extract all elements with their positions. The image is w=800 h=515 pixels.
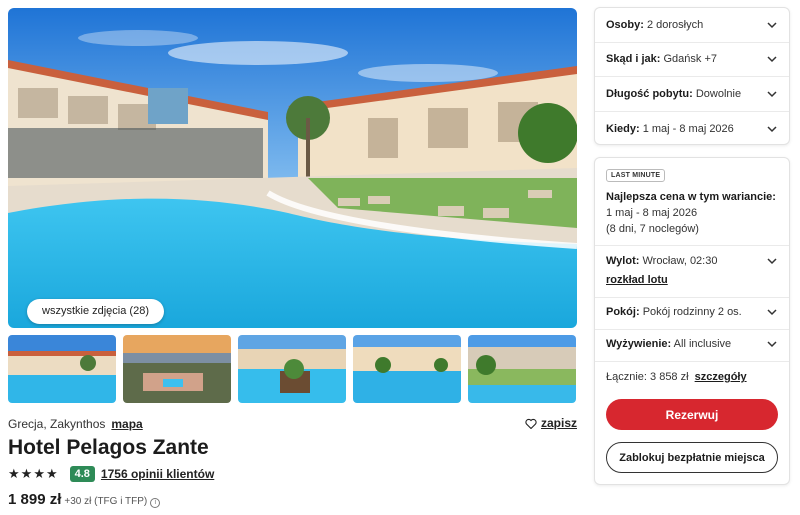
chevron-down-icon bbox=[767, 258, 777, 265]
price-extra: +30 zł (TFG i TFP) bbox=[64, 496, 148, 507]
rating-row: ★ ★ ★ ★ 4.8 1756 opinii klientów bbox=[8, 466, 214, 482]
last-minute-badge: LAST MINUTE bbox=[606, 169, 666, 182]
chevron-down-icon bbox=[767, 341, 777, 348]
chevron-down-icon bbox=[767, 22, 777, 28]
room-row[interactable]: Pokój: Pokój rodzinny 2 os. bbox=[606, 306, 777, 318]
filter-label: Skąd i jak: bbox=[606, 53, 661, 66]
hotel-stars: ★ ★ ★ ★ bbox=[8, 466, 58, 482]
best-price-title: Najlepsza cena w tym wariancie: bbox=[606, 191, 776, 203]
heart-icon bbox=[525, 418, 537, 429]
filter-value: Gdańsk +7 bbox=[663, 53, 717, 66]
divider bbox=[595, 361, 789, 362]
price-value: 1 899 zł bbox=[8, 491, 62, 508]
thumbnail-strip bbox=[8, 335, 577, 403]
board-row[interactable]: Wyżywienie: All inclusive bbox=[606, 338, 777, 350]
flight-value: Wrocław, 02:30 bbox=[642, 255, 718, 267]
hotel-pool-photo bbox=[8, 8, 577, 328]
chevron-down-icon bbox=[767, 126, 777, 132]
total-price-text: Łącznie: 3 858 zł bbox=[606, 371, 689, 383]
board-label: Wyżywienie: bbox=[606, 338, 672, 350]
total-price-row: Łącznie: 3 858 zł szczegóły bbox=[606, 371, 747, 383]
board-value: All inclusive bbox=[673, 338, 732, 350]
pool-palms-thumbnail bbox=[353, 335, 461, 403]
chevron-down-icon bbox=[767, 91, 777, 97]
price-details-link[interactable]: szczegóły bbox=[695, 371, 747, 383]
filter-dates[interactable]: Kiedy: 1 maj - 8 maj 2026 bbox=[595, 112, 789, 147]
room-value: Pokój rodzinny 2 os. bbox=[642, 306, 742, 318]
score-badge: 4.8 bbox=[69, 466, 95, 482]
room-label: Pokój: bbox=[606, 306, 640, 318]
location-text: Grecja, Zakynthos bbox=[8, 417, 106, 431]
sunset-aerial-thumbnail bbox=[123, 335, 231, 403]
save-label: zapisz bbox=[540, 416, 577, 430]
divider bbox=[595, 245, 789, 246]
best-price-dates: 1 maj - 8 maj 2026 bbox=[606, 207, 698, 219]
filter-persons[interactable]: Osoby: 2 dorosłych bbox=[595, 8, 789, 43]
divider bbox=[595, 297, 789, 298]
hotel-lawn-thumbnail bbox=[468, 335, 576, 403]
flight-label: Wylot: bbox=[606, 255, 640, 267]
thumbnail-5[interactable] bbox=[468, 335, 576, 403]
divider bbox=[595, 329, 789, 330]
pool-bar-thumbnail bbox=[238, 335, 346, 403]
search-filters-panel: Osoby: 2 dorosłych Skąd i jak: Gdańsk +7… bbox=[594, 7, 790, 145]
flight-row[interactable]: Wylot: Wrocław, 02:30 bbox=[606, 255, 777, 267]
map-link[interactable]: mapa bbox=[111, 417, 142, 431]
all-photos-button[interactable]: wszystkie zdjęcia (28) bbox=[27, 299, 164, 324]
thumbnail-2[interactable] bbox=[123, 335, 231, 403]
best-price-nights: (8 dni, 7 noclegów) bbox=[606, 223, 699, 235]
hotel-pool-thumbnail bbox=[8, 335, 116, 403]
star-icon: ★ bbox=[45, 466, 58, 481]
filter-duration[interactable]: Długość pobytu: Dowolnie bbox=[595, 77, 789, 112]
star-icon: ★ bbox=[33, 466, 45, 481]
price-row: 1 899 zł +30 zł (TFG i TFP) i bbox=[8, 491, 161, 508]
hotel-name: Hotel Pelagos Zante bbox=[8, 436, 209, 459]
reviews-link[interactable]: 1756 opinii klientów bbox=[101, 467, 214, 481]
filter-value: 1 maj - 8 maj 2026 bbox=[642, 122, 734, 135]
filter-value: 2 dorosłych bbox=[646, 18, 704, 31]
filter-departure[interactable]: Skąd i jak: Gdańsk +7 bbox=[595, 43, 789, 77]
offer-panel: LAST MINUTE Najlepsza cena w tym warianc… bbox=[594, 157, 790, 485]
filter-label: Kiedy: bbox=[606, 122, 640, 135]
save-button[interactable]: zapisz bbox=[525, 416, 577, 430]
chevron-down-icon bbox=[767, 56, 777, 63]
block-seats-button[interactable]: Zablokuj bezpłatnie miejsca bbox=[606, 442, 778, 473]
filter-label: Długość pobytu: bbox=[606, 87, 693, 100]
filter-label: Osoby: bbox=[606, 18, 644, 31]
thumbnail-1[interactable] bbox=[8, 335, 116, 403]
hotel-location: Grecja, Zakynthos mapa bbox=[8, 417, 143, 431]
star-icon: ★ bbox=[20, 466, 33, 481]
chevron-down-icon bbox=[767, 309, 777, 316]
thumbnail-4[interactable] bbox=[353, 335, 461, 403]
main-hotel-photo[interactable]: wszystkie zdjęcia (28) bbox=[8, 8, 577, 328]
thumbnail-3[interactable] bbox=[238, 335, 346, 403]
flight-schedule-link[interactable]: rozkład lotu bbox=[606, 274, 668, 286]
filter-value: Dowolnie bbox=[695, 87, 742, 100]
star-icon: ★ bbox=[8, 466, 20, 481]
info-icon[interactable]: i bbox=[150, 498, 161, 508]
reserve-button[interactable]: Rezerwuj bbox=[606, 399, 778, 430]
